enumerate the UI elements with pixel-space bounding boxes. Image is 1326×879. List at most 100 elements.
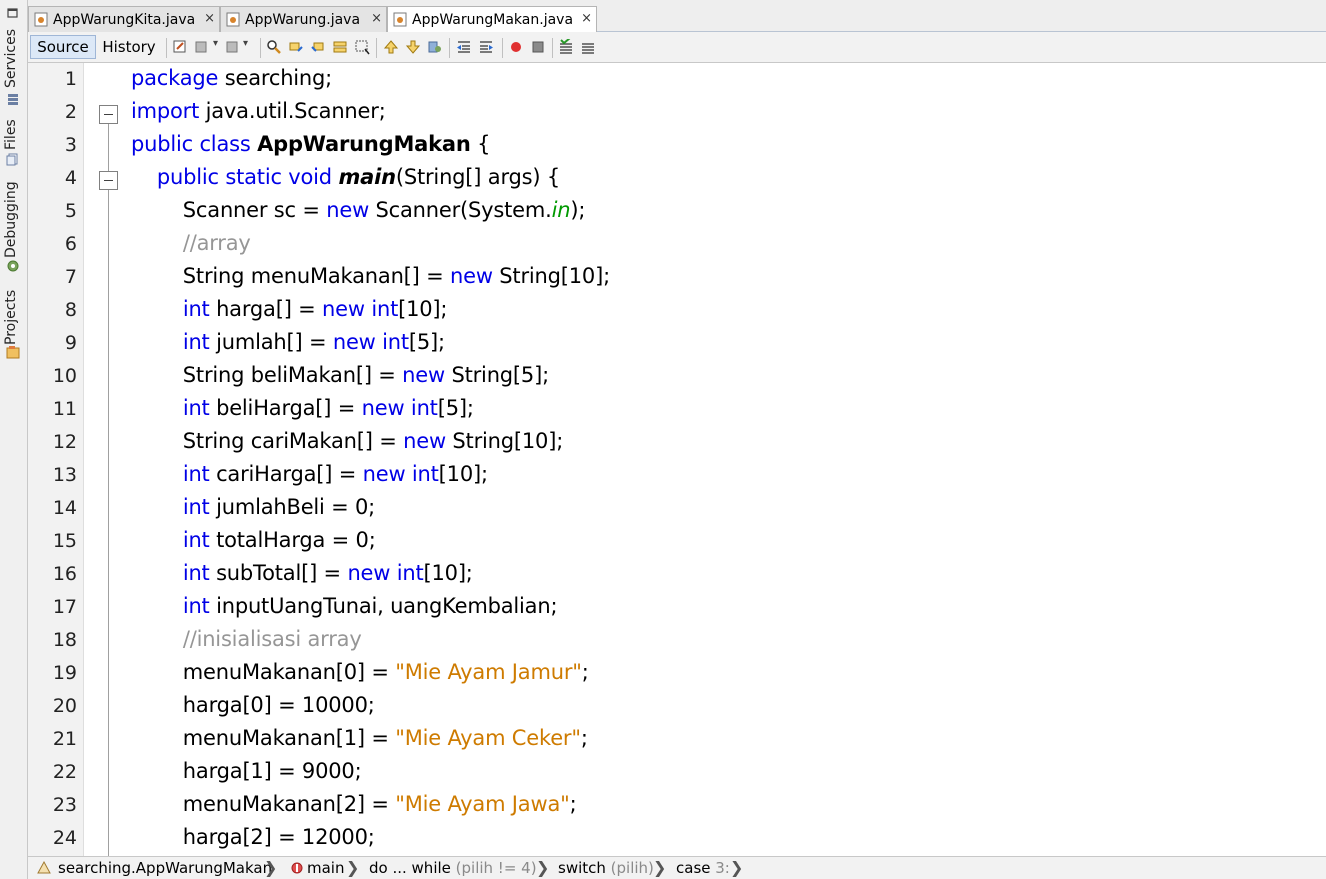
breadcrumb-item-class[interactable]: searching.AppWarungMakan — [58, 859, 272, 877]
find-icon[interactable] — [266, 39, 282, 55]
fold-toggle-import[interactable] — [99, 105, 118, 124]
code-line[interactable]: menuMakanan[2] = "Mie Ayam Jawa"; — [131, 792, 577, 816]
code-token: "Mie Ayam Jawa" — [395, 792, 570, 816]
minimize-window-icon[interactable] — [6, 6, 20, 20]
breadcrumb-separator-icon: ❯ — [264, 858, 278, 877]
code-token: [10]; — [398, 297, 448, 321]
code-line[interactable]: menuMakanan[0] = "Mie Ayam Jamur"; — [131, 660, 589, 684]
find-next-icon[interactable] — [310, 39, 326, 55]
breadcrumb-item-do-while[interactable]: do ... while (pilih != 4) — [369, 859, 537, 877]
editor-toolbar: Source History ▾ ▾ — [28, 32, 1326, 63]
code-line[interactable]: harga[1] = 9000; — [131, 759, 362, 783]
code-line[interactable]: harga[2] = 12000; — [131, 825, 375, 849]
code-token: new int — [361, 396, 438, 420]
fold-toggle-main-method[interactable] — [99, 171, 118, 190]
toggle-highlight-icon[interactable] — [332, 39, 348, 55]
code-token: String[10]; — [492, 264, 610, 288]
line-number: 22 — [52, 761, 77, 783]
code-line[interactable]: int beliHarga[] = new int[5]; — [131, 396, 474, 420]
line-number: 14 — [52, 497, 77, 519]
code-editor[interactable]: package searching; import java.util.Scann… — [125, 63, 1326, 856]
forward-dropdown-icon[interactable]: ▾ — [243, 38, 248, 49]
comment-icon[interactable] — [558, 39, 574, 55]
code-line[interactable]: //array — [131, 231, 251, 255]
tab-appwarungmakan[interactable]: AppWarungMakan.java × — [387, 6, 597, 33]
code-token: { — [470, 132, 491, 156]
code-line[interactable]: public static void main(String[] args) { — [131, 165, 560, 189]
line-number: 18 — [52, 629, 77, 651]
close-tab-icon[interactable]: × — [581, 11, 592, 26]
code-token: new int — [347, 561, 424, 585]
uncomment-icon[interactable] — [580, 39, 596, 55]
back-dropdown-icon[interactable]: ▾ — [213, 38, 218, 49]
last-edit-icon[interactable] — [172, 39, 188, 55]
code-fold-column — [85, 63, 125, 856]
code-token: int — [182, 330, 210, 354]
history-view-button[interactable]: History — [98, 35, 160, 59]
close-tab-icon[interactable]: × — [371, 11, 382, 26]
code-token: ; — [580, 726, 588, 750]
code-token: //array — [182, 231, 251, 255]
code-line[interactable]: int inputUangTunai, uangKembalian; — [131, 594, 558, 618]
previous-bookmark-icon[interactable] — [383, 39, 399, 55]
code-token: Scanner(System. — [369, 198, 552, 222]
code-line[interactable]: int totalHarga = 0; — [131, 528, 376, 552]
tab-appwarung[interactable]: AppWarung.java × — [220, 6, 387, 32]
back-icon[interactable] — [194, 39, 210, 55]
code-token: jumlah[] = — [209, 330, 333, 354]
code-line[interactable]: String menuMakanan[] = new String[10]; — [131, 264, 610, 288]
shift-line-right-icon[interactable] — [478, 39, 494, 55]
code-line[interactable]: harga[0] = 10000; — [131, 693, 375, 717]
tab-appwarungkita[interactable]: AppWarungKita.java × — [28, 6, 220, 32]
code-token: new — [402, 363, 445, 387]
code-line[interactable]: String beliMakan[] = new String[5]; — [131, 363, 549, 387]
code-line[interactable]: int cariHarga[] = new int[10]; — [131, 462, 488, 486]
toolbar-separator — [166, 38, 167, 58]
find-previous-icon[interactable] — [288, 39, 304, 55]
stop-macro-recording-icon[interactable] — [530, 39, 546, 55]
source-view-button[interactable]: Source — [30, 35, 96, 59]
code-token: [5]; — [408, 330, 445, 354]
code-line[interactable]: //inisialisasi array — [131, 627, 362, 651]
code-line[interactable]: import java.util.Scanner; — [131, 99, 386, 123]
toolbar-separator — [376, 38, 377, 58]
code-line[interactable]: int subTotal[] = new int[10]; — [131, 561, 473, 585]
toggle-bookmark-icon[interactable] — [427, 39, 443, 55]
toolbar-separator — [502, 38, 503, 58]
line-number: 13 — [52, 464, 77, 486]
method-icon — [291, 862, 303, 874]
forward-icon[interactable] — [224, 39, 240, 55]
code-line[interactable]: int jumlah[] = new int[5]; — [131, 330, 445, 354]
side-tab-projects-label: Projects — [3, 289, 19, 345]
side-tab-services-label: Services — [3, 28, 19, 88]
toggle-rectangular-selection-icon[interactable] — [354, 39, 370, 55]
code-line[interactable]: int harga[] = new int[10]; — [131, 297, 448, 321]
side-tab-debugging-label: Debugging — [3, 181, 19, 258]
code-line[interactable]: menuMakanan[1] = "Mie Ayam Ceker"; — [131, 726, 588, 750]
code-line[interactable]: package searching; — [131, 66, 332, 90]
code-token: Scanner sc = — [131, 198, 327, 222]
breadcrumb-item-switch[interactable]: switch (pilih) — [558, 859, 654, 877]
code-line[interactable]: public class AppWarungMakan { — [131, 132, 490, 156]
start-macro-recording-icon[interactable] — [508, 39, 524, 55]
java-file-icon — [34, 12, 48, 27]
code-line[interactable]: int jumlahBeli = 0; — [131, 495, 375, 519]
next-bookmark-icon[interactable] — [405, 39, 421, 55]
class-icon — [37, 860, 51, 874]
line-number-gutter: 1 2 3 4 5 6 7 8 9 10 11 12 13 14 15 16 17 18 19 20 21 22 23 24 — [28, 63, 84, 856]
code-token: "Mie Ayam Ceker" — [395, 726, 581, 750]
breadcrumb-separator-icon: ❯ — [536, 858, 550, 877]
code-line[interactable]: Scanner sc = new Scanner(System.in); — [131, 198, 586, 222]
code-token: ; — [569, 792, 577, 816]
close-tab-icon[interactable]: × — [204, 11, 215, 26]
shift-line-left-icon[interactable] — [456, 39, 472, 55]
breadcrumb-item-case[interactable]: case 3: — [676, 859, 730, 877]
projects-icon — [6, 346, 20, 359]
breadcrumb-item-method[interactable]: main — [307, 859, 344, 877]
code-line[interactable]: String cariMakan[] = new String[10]; — [131, 429, 563, 453]
